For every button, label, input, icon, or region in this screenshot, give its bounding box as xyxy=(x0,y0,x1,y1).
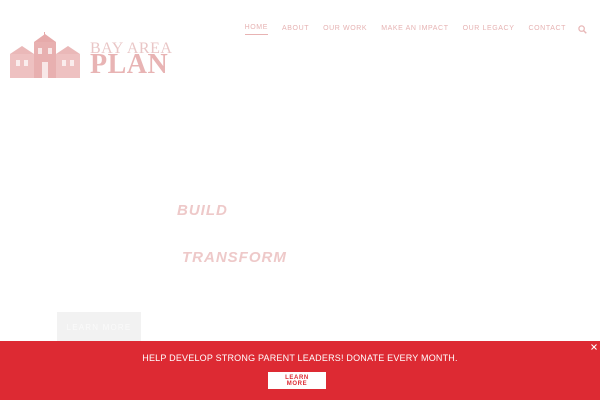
nav-item-our-legacy[interactable]: OUR LEGACY xyxy=(463,25,515,35)
nav-item-contact[interactable]: CONTACT xyxy=(528,25,566,35)
nav-item-about[interactable]: ABOUT xyxy=(282,25,309,35)
nav-item-our-work[interactable]: OUR WORK xyxy=(323,25,367,35)
close-icon[interactable] xyxy=(591,344,597,350)
nav-item-make-an-impact[interactable]: MAKE AN IMPACT xyxy=(381,25,448,35)
logo-text-main: PLAN xyxy=(90,49,169,80)
site-logo[interactable]: BAY AREA PLAN xyxy=(8,32,172,82)
donate-learn-more-button[interactable]: LEARN MORE xyxy=(268,372,326,389)
donate-message: HELP DEVELOP STRONG PARENT LEADERS! DONA… xyxy=(142,353,458,363)
main-navigation: HOME ABOUT OUR WORK MAKE AN IMPACT OUR L… xyxy=(244,24,566,35)
site-header: BAY AREA PLAN HOME ABOUT OUR WORK MAKE A… xyxy=(0,0,600,90)
hero-word-transform: TRANSFORM xyxy=(182,249,287,266)
donate-banner: HELP DEVELOP STRONG PARENT LEADERS! DONA… xyxy=(0,341,600,400)
hero-learn-more-button[interactable]: LEARN MORE xyxy=(57,312,141,342)
logo-building-icon xyxy=(10,32,80,78)
search-icon[interactable] xyxy=(578,25,587,34)
nav-item-home[interactable]: HOME xyxy=(244,24,268,35)
hero-word-build: BUILD xyxy=(177,202,228,219)
